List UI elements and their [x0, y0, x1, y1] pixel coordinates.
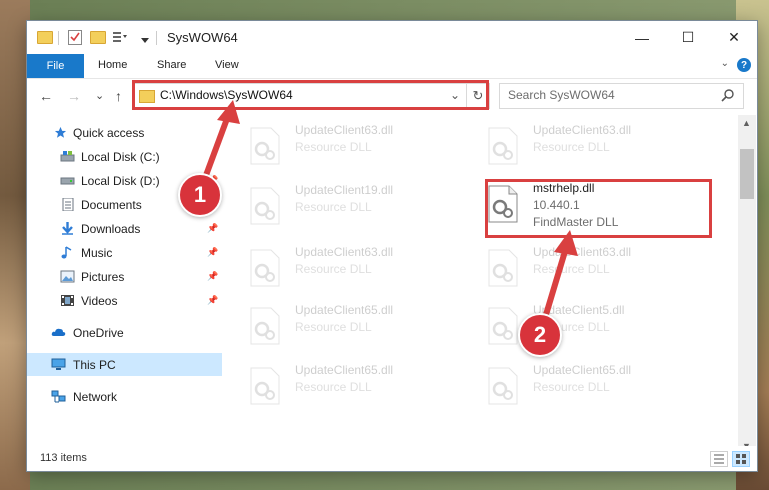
step-badge-1: 1 [178, 173, 222, 217]
arrow-head-2 [554, 230, 578, 256]
arrow-to-file [542, 247, 569, 319]
annotation-arrows [202, 100, 578, 319]
arrow-head-1 [217, 100, 240, 124]
step-badge-2: 2 [518, 313, 562, 357]
arrow-to-address-bar [202, 114, 231, 180]
